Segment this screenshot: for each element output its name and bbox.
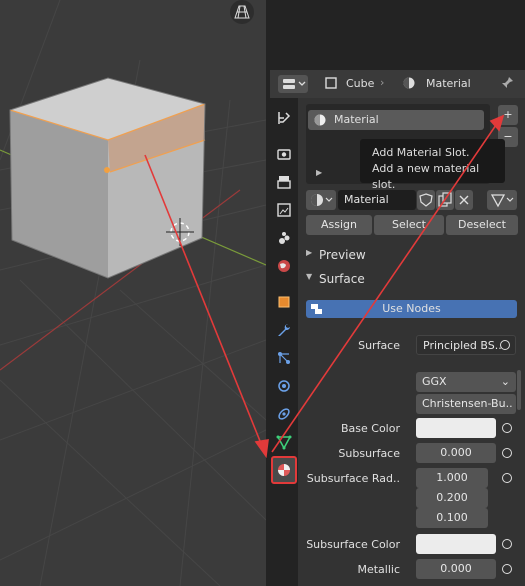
subsurface-radius-label: Subsurface Rad.. <box>306 472 400 485</box>
close-icon <box>459 195 469 205</box>
assign-button[interactable]: Assign <box>306 215 372 235</box>
tab-output[interactable] <box>272 170 296 194</box>
subsurface-radius-z-field[interactable]: 0.100 <box>416 508 488 528</box>
properties-editor-icon <box>283 79 306 89</box>
output-icon <box>277 176 291 189</box>
3d-viewport[interactable] <box>0 0 266 586</box>
tab-modifiers[interactable] <box>272 318 296 342</box>
tab-material[interactable] <box>271 456 297 484</box>
preview-label: Preview <box>319 248 366 262</box>
scene-icon <box>279 232 290 244</box>
tool-icon <box>278 112 291 124</box>
properties-top-area <box>270 0 525 70</box>
properties-scrollbar[interactable] <box>517 370 521 410</box>
subsurface-radius-x-field[interactable]: 1.000 <box>416 468 488 488</box>
list-expand-icon[interactable]: ▶ <box>316 168 322 177</box>
wrench-icon <box>278 324 290 336</box>
subsurface-socket-icon[interactable] <box>502 448 512 458</box>
tab-render[interactable] <box>272 142 296 166</box>
surface-label: Surface <box>319 272 365 286</box>
properties-header: Cube › Material <box>270 70 525 98</box>
tab-view-layer[interactable] <box>272 198 296 222</box>
subsurface-radius-socket-icon[interactable] <box>502 473 512 483</box>
breadcrumb-separator: › <box>380 76 385 89</box>
mesh-data-icon <box>276 435 292 450</box>
view-layer-icon <box>277 203 291 217</box>
tab-tool[interactable] <box>272 106 296 130</box>
metallic-socket-icon[interactable] <box>502 564 512 574</box>
subsurface-label: Subsurface <box>338 447 400 460</box>
subsurface-color-socket-icon[interactable] <box>502 539 512 549</box>
pin-icon[interactable] <box>500 76 514 90</box>
material-sphere-icon <box>314 114 326 126</box>
material-name-field[interactable]: Material <box>338 190 416 210</box>
subsurface-color-swatch[interactable] <box>416 534 496 554</box>
material-icon <box>403 77 415 89</box>
preview-panel-header[interactable]: ▶ Preview <box>298 244 525 266</box>
add-material-slot-button[interactable]: + <box>498 105 518 125</box>
subsurface-field[interactable]: 0.000 <box>416 443 496 463</box>
collapsed-arrow-icon: ▶ <box>306 248 313 257</box>
tab-physics[interactable] <box>272 374 296 398</box>
material-tab-icon <box>278 464 290 476</box>
subsurface-method-value: Christensen-Bu.. <box>422 397 513 410</box>
use-nodes-label: Use Nodes <box>382 302 441 315</box>
link-type-dropdown[interactable] <box>487 190 517 210</box>
breadcrumb-object: Cube <box>346 77 375 90</box>
chevron-down-icon: ⌄ <box>500 375 510 388</box>
subsurface-color-label: Subsurface Color <box>306 538 400 551</box>
data-link-icon <box>490 194 514 208</box>
subsurface-method-dropdown[interactable]: Christensen-Bu.. <box>416 394 516 414</box>
tab-constraints[interactable] <box>272 402 296 426</box>
copy-icon <box>438 192 452 207</box>
constraints-icon <box>278 408 290 420</box>
material-browse-icon <box>311 194 333 206</box>
surface-socket-icon[interactable] <box>500 340 510 350</box>
surface-panel-header[interactable]: ▼ Surface <box>298 268 525 290</box>
object-props-icon <box>278 296 290 308</box>
viewport-scene <box>0 0 266 586</box>
list-item[interactable]: Material <box>308 110 484 130</box>
editor-type-button[interactable] <box>278 75 308 93</box>
base-color-socket-icon[interactable] <box>502 423 512 433</box>
duplicate-material-button[interactable] <box>436 190 454 210</box>
breadcrumb-material: Material <box>426 77 471 90</box>
node-tree-icon <box>311 304 322 314</box>
slot-label: Material <box>334 113 379 126</box>
render-icon <box>277 149 291 160</box>
metallic-label: Metallic <box>357 563 400 576</box>
select-button[interactable]: Select <box>374 215 444 235</box>
tab-particles[interactable] <box>272 346 296 370</box>
world-icon <box>278 260 290 272</box>
use-nodes-button[interactable]: Use Nodes <box>306 300 517 318</box>
deselect-button[interactable]: Deselect <box>446 215 518 235</box>
object-icon <box>325 77 337 89</box>
ortho-grid-icon <box>230 0 254 24</box>
browse-material-button[interactable] <box>306 190 336 210</box>
base-color-label: Base Color <box>340 422 400 435</box>
metallic-field[interactable]: 0.000 <box>416 559 496 579</box>
tooltip-title: Add Material Slot. <box>372 146 470 159</box>
base-color-swatch[interactable] <box>416 418 496 438</box>
unlink-material-button[interactable] <box>455 190 473 210</box>
tab-data[interactable] <box>272 430 296 454</box>
subsurface-radius-y-field[interactable]: 0.200 <box>416 488 488 508</box>
tooltip-description: Add a new material slot. <box>372 162 480 191</box>
expanded-arrow-icon: ▼ <box>306 272 313 281</box>
tab-scene[interactable] <box>272 226 296 250</box>
distribution-dropdown[interactable]: GGX ⌄ <box>416 372 516 392</box>
cube <box>9 77 206 279</box>
physics-icon <box>278 380 290 392</box>
shield-icon <box>419 193 433 207</box>
tab-object[interactable] <box>272 290 296 314</box>
tab-world[interactable] <box>272 254 296 278</box>
fake-user-button[interactable] <box>417 190 435 210</box>
add-slot-tooltip: Add Material Slot. Add a new material sl… <box>360 139 505 191</box>
surface-shader-label: Surface <box>358 339 400 352</box>
distribution-value: GGX <box>422 375 447 388</box>
particles-icon <box>278 352 290 364</box>
